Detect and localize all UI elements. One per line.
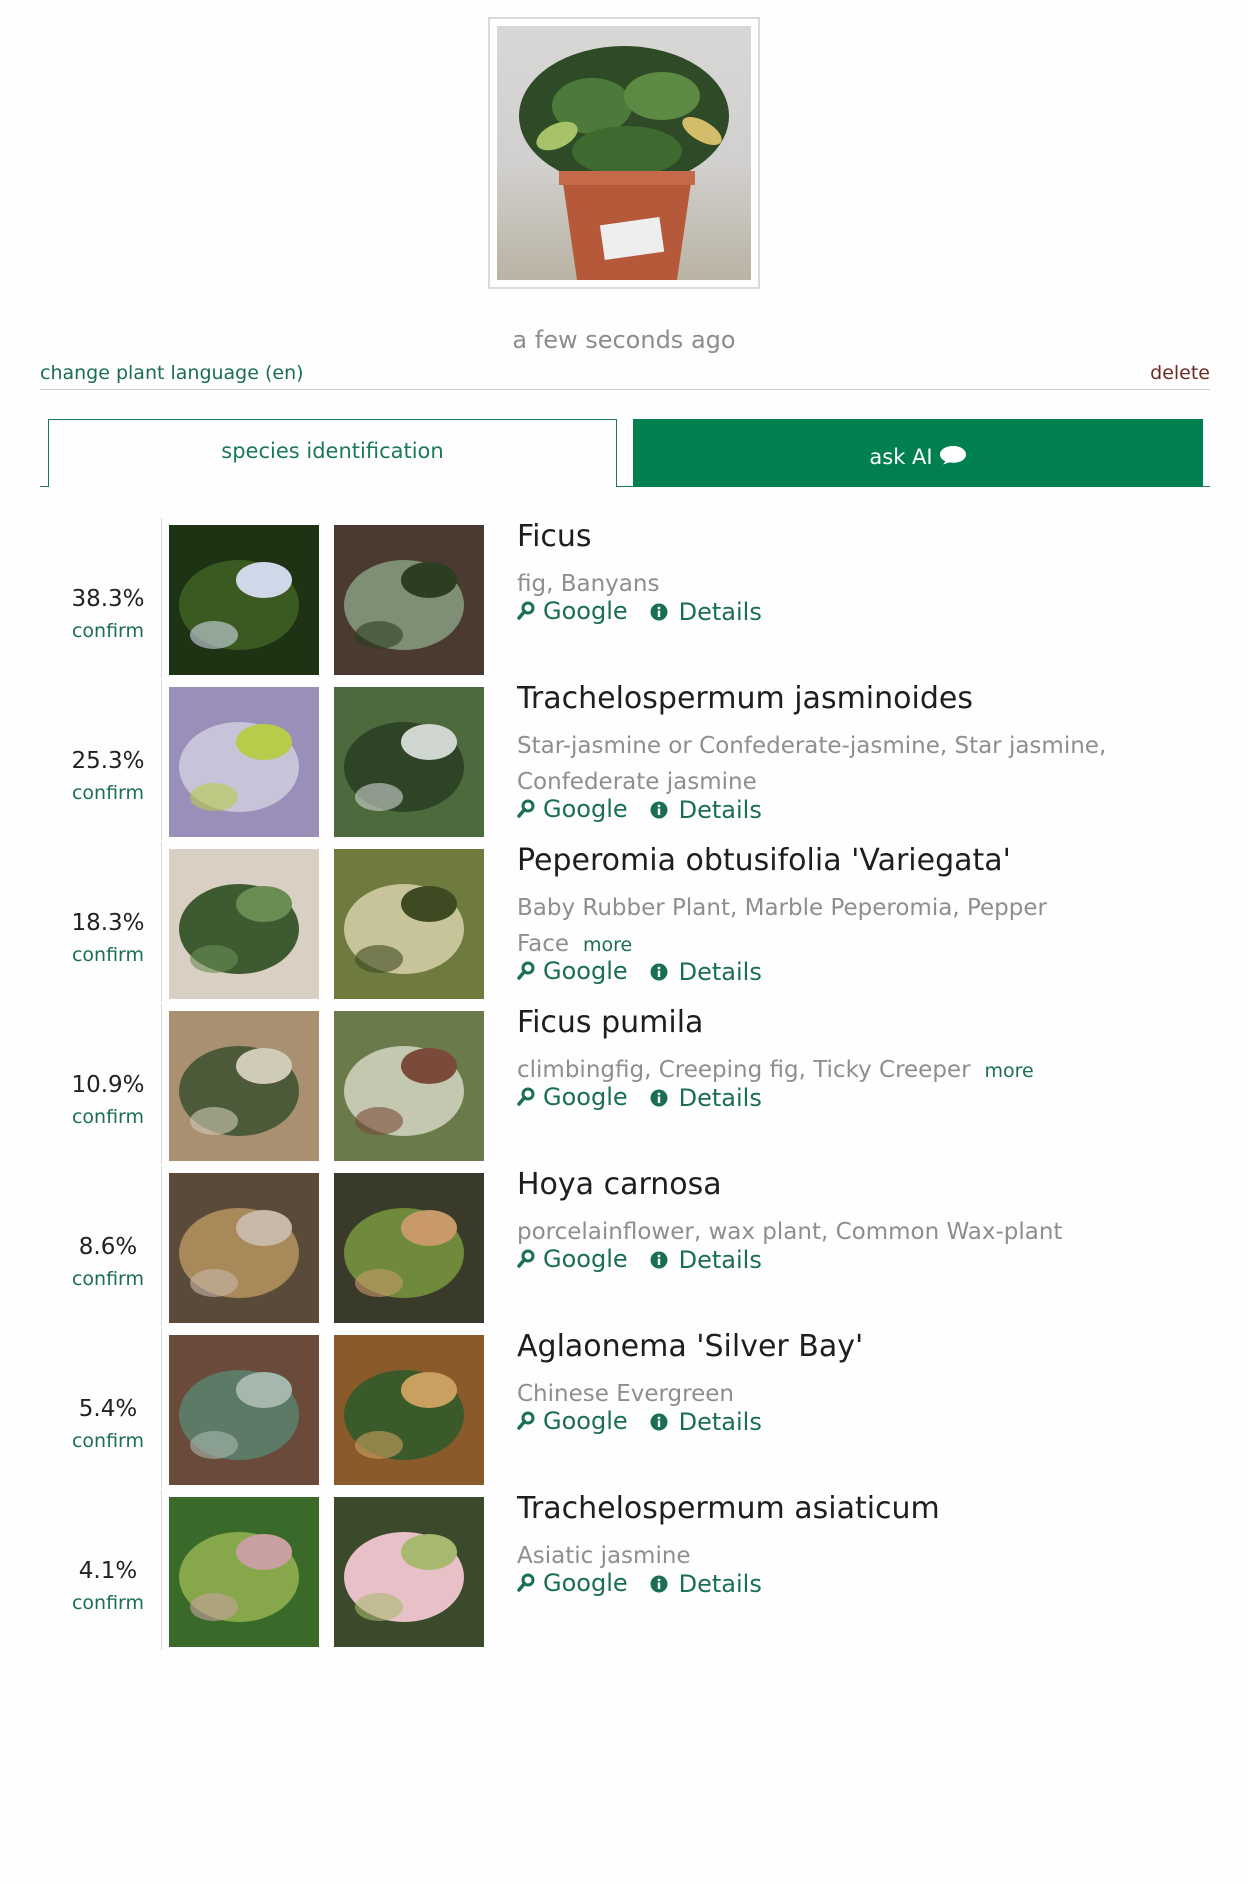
scientific-name: Trachelospermum jasminoides bbox=[517, 681, 973, 716]
scientific-name: Aglaonema 'Silver Bay' bbox=[517, 1329, 864, 1364]
result-row: 5.4% confirm Aglaonema 'Silver Bay' Chinese… bbox=[0, 1230, 1248, 1488]
scientific-name: Hoya carnosa bbox=[517, 1167, 722, 1202]
result-row: 4.1% confirm Trachelospermum asiaticum Asia… bbox=[0, 1392, 1248, 1650]
match-percentage: 4.1% bbox=[78, 1558, 138, 1584]
result-row: 25.3% confirm Trachelospermum jasminoides S… bbox=[0, 582, 1248, 840]
reference-thumbnail[interactable] bbox=[169, 1497, 319, 1647]
upload-timestamp: a few seconds ago bbox=[512, 326, 736, 354]
result-row: 18.3% confirm Peperomia obtusifolia 'Varie… bbox=[0, 744, 1248, 1002]
scientific-name: Ficus bbox=[517, 519, 592, 554]
details-link[interactable]: Details bbox=[650, 1570, 762, 1598]
info-icon bbox=[650, 1575, 673, 1593]
reference-thumbnail[interactable] bbox=[334, 1497, 484, 1647]
common-names-text: Asiatic jasmine bbox=[517, 1543, 691, 1569]
result-links: Google Details bbox=[517, 1569, 762, 1599]
search-icon bbox=[517, 1573, 540, 1593]
change-plant-language-link[interactable]: change plant language (en) bbox=[40, 362, 304, 384]
uploaded-plant-photo[interactable] bbox=[488, 17, 760, 289]
header-divider bbox=[40, 389, 1210, 390]
details-label: Details bbox=[678, 1570, 762, 1598]
row-divider bbox=[161, 1490, 162, 1650]
google-label: Google bbox=[543, 1569, 628, 1597]
result-row: 8.6% confirm Hoya carnosa porcelainflower, … bbox=[0, 1068, 1248, 1326]
result-row: 38.3% confirm Ficus fig, Banyans Google Detai… bbox=[0, 420, 1248, 678]
plant-photo-image bbox=[497, 26, 751, 280]
scientific-name: Peperomia obtusifolia 'Variegata' bbox=[517, 843, 1011, 878]
scientific-name: Ficus pumila bbox=[517, 1005, 704, 1040]
delete-link[interactable]: delete bbox=[1150, 362, 1210, 384]
scientific-name: Trachelospermum asiaticum bbox=[517, 1491, 940, 1526]
google-search-link[interactable]: Google bbox=[517, 1569, 628, 1597]
result-row: 10.9% confirm Ficus pumila climbingfig, Cre… bbox=[0, 906, 1248, 1164]
confirm-link[interactable]: confirm bbox=[40, 1592, 176, 1614]
